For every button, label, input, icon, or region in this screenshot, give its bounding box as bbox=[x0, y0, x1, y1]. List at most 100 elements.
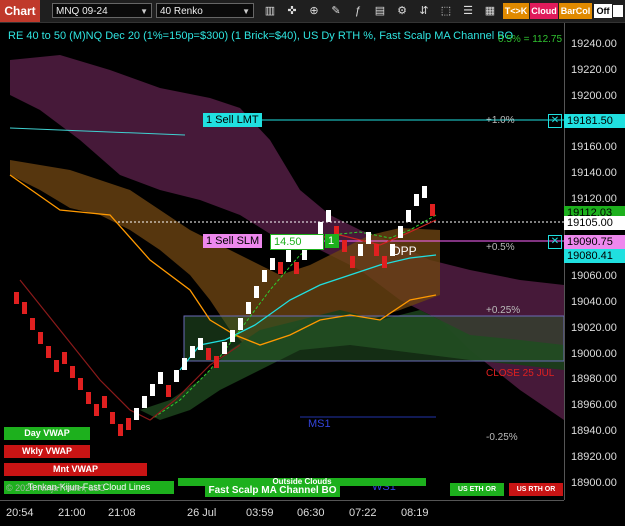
down-brick bbox=[382, 256, 387, 268]
off-toggle[interactable]: Off bbox=[594, 4, 612, 18]
chart-title: RE 40 to 50 (M)NQ Dec 20 (1%=150p=$300) … bbox=[8, 30, 514, 42]
up-brick bbox=[134, 408, 139, 420]
down-brick bbox=[126, 418, 131, 430]
tenkan-kijun-button[interactable]: T<>K bbox=[503, 3, 529, 19]
price-tick-label: 18900.00 bbox=[571, 476, 617, 489]
time-tick-label: 06:30 bbox=[297, 507, 325, 519]
down-brick bbox=[94, 404, 99, 416]
time-tick-label: 26 Jul bbox=[187, 507, 217, 519]
up-brick bbox=[198, 338, 203, 350]
chart-trader-icon[interactable]: ⇵ bbox=[416, 3, 432, 19]
price-tick-label: 19240.00 bbox=[571, 38, 617, 50]
bar-type-selector[interactable]: 40 Renko ▼ bbox=[156, 3, 254, 18]
down-brick bbox=[62, 352, 67, 364]
down-brick bbox=[54, 360, 59, 372]
down-brick bbox=[342, 240, 347, 252]
up-brick bbox=[230, 330, 235, 342]
up-brick bbox=[326, 210, 331, 222]
strategy-icon[interactable]: ⚙ bbox=[394, 3, 410, 19]
mnt-vwap-legend[interactable]: Mnt VWAP bbox=[4, 463, 147, 476]
price-tick-label: 18920.00 bbox=[571, 450, 617, 463]
up-brick bbox=[262, 270, 267, 282]
up-brick bbox=[358, 244, 363, 256]
down-brick bbox=[102, 396, 107, 408]
bar-chart-icon[interactable]: ▥ bbox=[262, 3, 278, 19]
up-brick bbox=[414, 194, 419, 206]
fast-scalp-legend[interactable]: Fast Scalp MA Channel BO bbox=[205, 484, 340, 497]
cancel-order-icon[interactable]: ✕ bbox=[548, 114, 562, 128]
price-tick-label: 19160.00 bbox=[571, 141, 617, 154]
drawing-tools-icon[interactable]: ⬚ bbox=[438, 3, 454, 19]
up-brick bbox=[254, 286, 259, 298]
up-brick bbox=[270, 258, 275, 270]
chevron-down-icon: ▼ bbox=[140, 7, 148, 16]
template-icon[interactable]: ☰ bbox=[460, 3, 476, 19]
price-tick-label: 19000.00 bbox=[571, 347, 617, 360]
current-price-tag: 19105.00 bbox=[564, 216, 625, 230]
down-brick bbox=[78, 378, 83, 390]
indicators-icon[interactable]: ƒ bbox=[350, 3, 366, 19]
chevron-down-icon: ▼ bbox=[242, 7, 250, 16]
plus-1-pct-label: +1.0% bbox=[486, 115, 515, 126]
down-brick bbox=[86, 392, 91, 404]
down-brick bbox=[110, 412, 115, 424]
down-brick bbox=[14, 292, 19, 304]
cloud-button[interactable]: Cloud bbox=[530, 3, 558, 19]
up-brick bbox=[238, 318, 243, 330]
up-brick bbox=[406, 210, 411, 222]
price-tick-label: 19060.00 bbox=[571, 270, 617, 283]
minus-025-pct-label: -0.25% bbox=[486, 432, 518, 443]
price-tick-label: 19120.00 bbox=[571, 192, 617, 205]
up-brick bbox=[318, 222, 323, 234]
up-brick bbox=[142, 396, 147, 408]
us-eth-or-legend[interactable]: US ETH OR bbox=[450, 483, 504, 496]
properties-icon[interactable]: ▤ bbox=[372, 3, 388, 19]
time-tick-label: 03:59 bbox=[246, 507, 274, 519]
sell-slm-order[interactable]: 1 Sell SLM bbox=[203, 234, 263, 248]
cancel-order-icon[interactable]: ✕ bbox=[548, 235, 562, 249]
instrument-selector[interactable]: MNQ 09-24 ▼ bbox=[52, 3, 152, 18]
toggle-square[interactable] bbox=[613, 5, 623, 17]
chart-tab[interactable]: Chart bbox=[0, 0, 40, 22]
sell-lmt-order[interactable]: 1 Sell LMT bbox=[203, 113, 262, 127]
bar-type-label: 40 Renko bbox=[160, 6, 203, 17]
down-brick bbox=[38, 332, 43, 344]
up-brick bbox=[422, 186, 427, 198]
up-brick bbox=[182, 358, 187, 370]
down-brick bbox=[430, 204, 435, 216]
down-brick bbox=[30, 318, 35, 330]
dpp-label: DPP bbox=[392, 244, 417, 258]
sell-lmt-price-tag: 19181.50 bbox=[564, 114, 625, 128]
up-brick bbox=[150, 384, 155, 396]
more-icon[interactable]: ▦ bbox=[482, 3, 498, 19]
down-brick bbox=[278, 262, 283, 274]
down-brick bbox=[350, 256, 355, 268]
up-brick bbox=[174, 370, 179, 382]
up-brick bbox=[286, 250, 291, 262]
pencil-icon[interactable]: ✎ bbox=[328, 3, 344, 19]
slm-qty-label: 1 bbox=[325, 234, 339, 248]
up-brick bbox=[190, 346, 195, 358]
time-tick-label: 08:19 bbox=[401, 507, 429, 519]
day-vwap-legend[interactable]: Day VWAP bbox=[4, 427, 90, 440]
up-brick bbox=[158, 372, 163, 384]
down-brick bbox=[118, 424, 123, 436]
barcolor-button[interactable]: BarCol bbox=[559, 3, 592, 19]
instrument-label: MNQ 09-24 bbox=[56, 6, 108, 17]
sell-slm-price-tag: 19090.75 bbox=[564, 235, 625, 249]
close-label: CLOSE 25 JUL bbox=[486, 368, 555, 379]
ms1-label: MS1 bbox=[308, 418, 331, 430]
crosshair-icon[interactable]: ✜ bbox=[284, 3, 300, 19]
copyright-label: © 2024 NinjaTrader, LLC bbox=[6, 483, 106, 493]
down-brick bbox=[70, 366, 75, 378]
wkly-vwap-legend[interactable]: Wkly VWAP bbox=[4, 445, 90, 458]
slm-offset-label: 14.50 bbox=[270, 234, 324, 250]
pct-value-label: 0.5% = 112.75 bbox=[498, 34, 563, 45]
down-brick bbox=[166, 385, 171, 397]
price-tick-label: 19140.00 bbox=[571, 167, 617, 179]
us-rth-or-legend[interactable]: US RTH OR bbox=[509, 483, 563, 496]
down-brick bbox=[46, 346, 51, 358]
up-brick bbox=[246, 302, 251, 314]
cyan-price-tag: 19080.41 bbox=[564, 249, 625, 263]
zoom-icon[interactable]: ⊕ bbox=[306, 3, 322, 19]
